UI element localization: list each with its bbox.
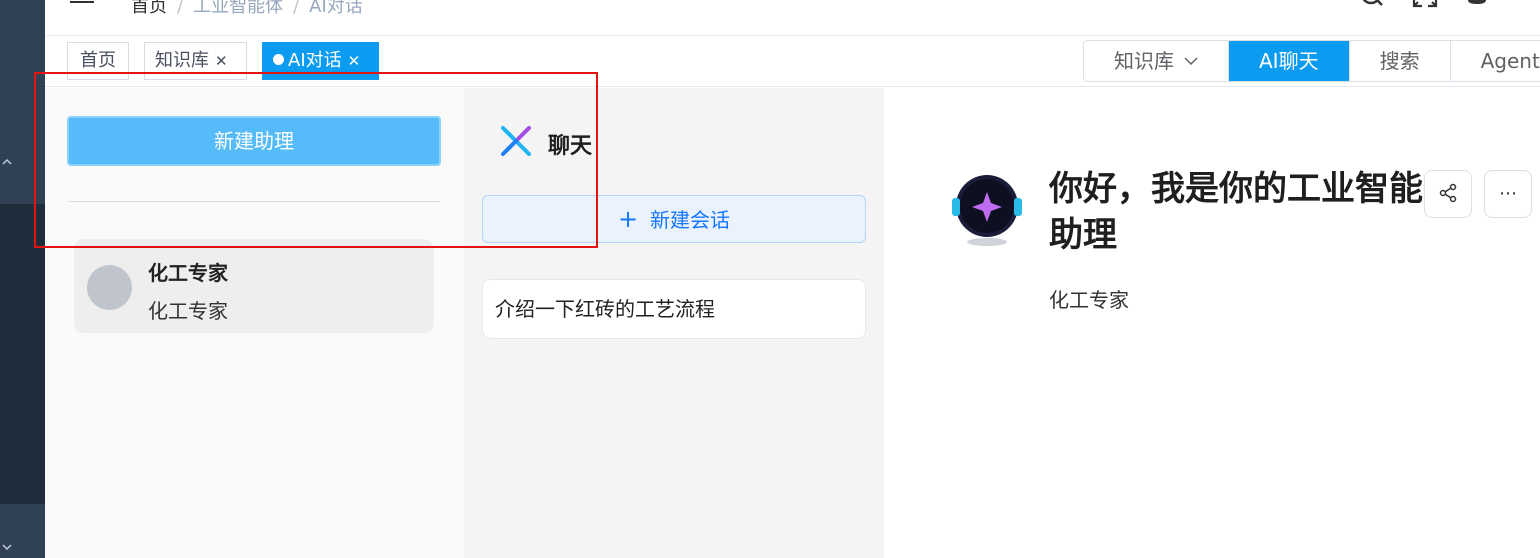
breadcrumb-current: AI对话	[309, 0, 363, 17]
assistant-description: 化工专家	[148, 299, 228, 323]
notification-icon[interactable]	[1464, 0, 1490, 10]
assistant-name: 化工专家	[148, 261, 228, 285]
chevron-up-icon[interactable]	[0, 155, 14, 169]
breadcrumb: 首页 / 工业智能体 / AI对话	[131, 0, 363, 18]
search-icon[interactable]	[1360, 0, 1386, 10]
conversation-panel: 聊天 + 新建会话 介绍一下红砖的工艺流程	[464, 88, 884, 558]
conversation-item[interactable]: 介绍一下红砖的工艺流程	[482, 279, 866, 339]
tab-knowledge[interactable]: 知识库	[1084, 41, 1229, 81]
divider	[68, 201, 440, 202]
tab-label: Agent	[1480, 49, 1540, 73]
left-rail	[0, 0, 45, 558]
greeting-heading: 你好，我是你的工业智能助理	[1049, 169, 1423, 255]
tab-label: 知识库	[1114, 49, 1174, 73]
share-button[interactable]	[1424, 170, 1472, 218]
close-icon[interactable]: ✕	[348, 52, 361, 70]
active-dot-icon	[273, 54, 284, 65]
tab-ai-chat[interactable]: AI聊天	[1229, 41, 1350, 81]
plus-icon: +	[617, 205, 639, 233]
rail-band	[0, 204, 45, 504]
breadcrumb-home[interactable]: 首页	[131, 0, 167, 17]
tab-label: 搜索	[1379, 49, 1420, 73]
tag-home[interactable]: 首页	[67, 42, 129, 80]
more-button[interactable]: ⋯	[1484, 170, 1532, 218]
fullscreen-icon[interactable]	[1412, 0, 1438, 10]
greeting-subtitle: 化工专家	[1049, 288, 1129, 312]
tag-label: 首页	[80, 50, 116, 71]
tag-label: 知识库	[155, 50, 209, 71]
conversation-title: 聊天	[548, 134, 593, 159]
new-conversation-label: 新建会话	[650, 208, 731, 232]
chevron-down-icon	[1184, 57, 1198, 66]
top-header: 首页 / 工业智能体 / AI对话	[45, 0, 1540, 36]
mode-tabs: 知识库 AI聊天 搜索 Agent	[1083, 40, 1540, 82]
chat-area: 你好，我是你的工业智能助理 化工专家 ⋯	[884, 88, 1540, 558]
avatar	[87, 265, 132, 310]
hamburger-icon[interactable]	[70, 0, 94, 6]
tag-ai-chat[interactable]: AI对话 ✕	[262, 42, 379, 80]
tab-label: AI聊天	[1259, 49, 1319, 73]
assistant-panel: 新建助理 化工专家 化工专家	[45, 88, 464, 558]
chevron-down-icon[interactable]	[0, 540, 14, 554]
new-conversation-button[interactable]: + 新建会话	[482, 195, 866, 243]
tab-agent[interactable]: Agent	[1451, 41, 1540, 81]
close-icon[interactable]: ✕	[215, 52, 228, 70]
x-logo-icon	[501, 126, 531, 156]
breadcrumb-agent[interactable]: 工业智能体	[193, 0, 283, 17]
new-assistant-button[interactable]: 新建助理	[67, 116, 441, 166]
tag-label: AI对话	[288, 50, 342, 71]
assistant-card[interactable]: 化工专家 化工专家	[74, 239, 434, 333]
bot-avatar-icon	[952, 175, 1022, 246]
tab-search[interactable]: 搜索	[1350, 41, 1451, 81]
more-icon: ⋯	[1499, 183, 1517, 204]
app-root: 首页 / 工业智能体 / AI对话 首页 知识库 ✕ AI对话 ✕ 知识库 AI聊天	[0, 0, 1540, 558]
tag-knowledge[interactable]: 知识库 ✕	[144, 42, 247, 80]
share-icon	[1439, 183, 1457, 203]
header-icons	[1360, 0, 1490, 10]
tags-bar: 首页 知识库 ✕ AI对话 ✕ 知识库 AI聊天 搜索 Agent	[45, 36, 1540, 87]
